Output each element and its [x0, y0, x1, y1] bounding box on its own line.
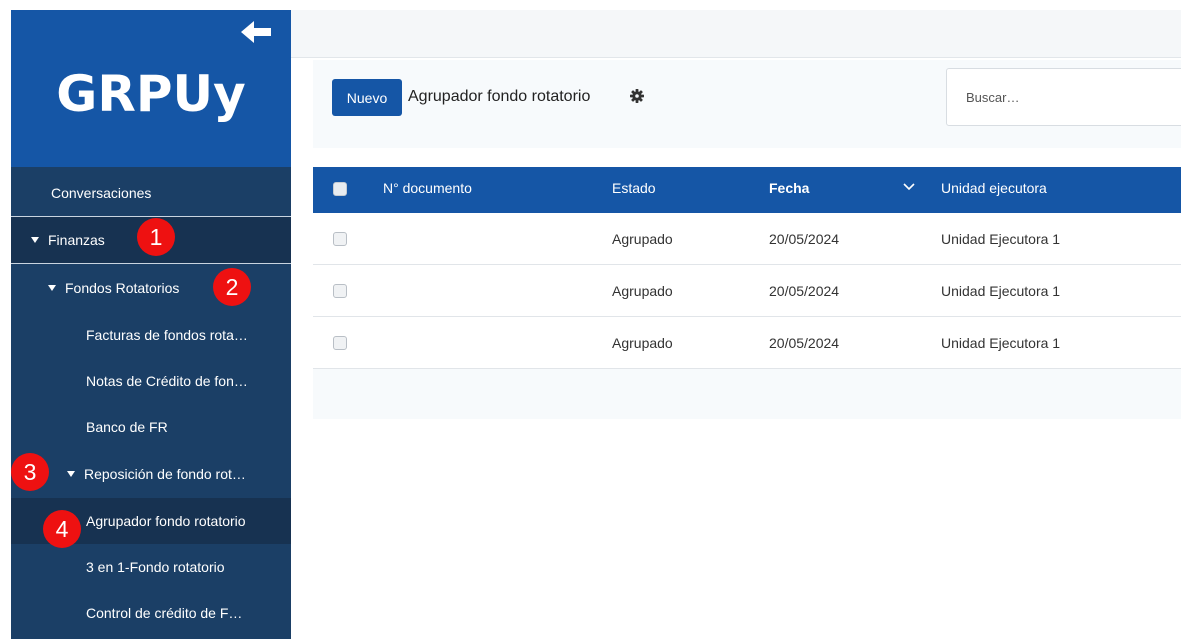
sidebar-item-3en1[interactable]: 3 en 1-Fondo rotatorio [11, 544, 291, 590]
caret-down-icon [48, 285, 56, 291]
cell-unidad: Unidad Ejecutora 1 [941, 335, 1061, 351]
toolbar: Nuevo Agrupador fondo rotatorio [313, 60, 1181, 148]
cell-fecha: 20/05/2024 [769, 335, 840, 351]
sidebar-item-label: Banco de FR [86, 419, 168, 435]
top-bar [291, 10, 1181, 58]
table-footer [313, 369, 1181, 419]
search-input[interactable] [946, 68, 1181, 126]
sidebar-item-label: Agrupador fondo rotatorio [86, 513, 246, 529]
annotation-badge-3: 3 [11, 453, 49, 491]
table-header: N° documento Estado Fecha Unidad ejecuto… [313, 167, 1181, 213]
column-header-estado[interactable]: Estado [612, 180, 656, 196]
new-button[interactable]: Nuevo [332, 79, 402, 116]
sidebar-item-facturas[interactable]: Facturas de fondos rota… [11, 312, 291, 358]
sidebar-item-label: Fondos Rotatorios [65, 280, 180, 296]
cell-fecha: 20/05/2024 [769, 283, 840, 299]
sidebar-item-label: Reposición de fondo rot… [84, 466, 246, 482]
column-header-fecha[interactable]: Fecha [769, 180, 809, 196]
sidebar-item-conversaciones[interactable]: Conversaciones [11, 170, 291, 216]
documents-table: N° documento Estado Fecha Unidad ejecuto… [313, 167, 1181, 419]
sidebar-item-control-credito[interactable]: Control de crédito de F… [11, 590, 291, 636]
sidebar-divider [11, 263, 291, 264]
sidebar-item-reposicion[interactable]: Reposición de fondo rot… [11, 451, 291, 497]
annotation-badge-2: 2 [213, 268, 251, 306]
column-header-unidad[interactable]: Unidad ejecutora [941, 180, 1047, 196]
annotation-badge-1: 1 [137, 218, 175, 256]
table-row[interactable]: Agrupado 20/05/2024 Unidad Ejecutora 1 [313, 213, 1181, 265]
row-checkbox[interactable] [333, 284, 347, 298]
sidebar-item-label: Notas de Crédito de fon… [86, 373, 248, 389]
arrow-left-icon[interactable] [241, 20, 271, 44]
table-row[interactable]: Agrupado 20/05/2024 Unidad Ejecutora 1 [313, 265, 1181, 317]
cell-estado: Agrupado [612, 283, 673, 299]
caret-down-icon [67, 471, 75, 477]
sidebar-item-label: Finanzas [48, 232, 105, 248]
sidebar-item-label: Facturas de fondos rota… [86, 327, 248, 343]
caret-down-icon [31, 237, 39, 243]
chevron-down-icon[interactable] [903, 182, 915, 192]
cell-unidad: Unidad Ejecutora 1 [941, 283, 1061, 299]
sidebar-header: GRPUy [11, 10, 291, 167]
annotation-badge-4: 4 [43, 510, 81, 548]
row-checkbox[interactable] [333, 336, 347, 350]
app-logo: GRPUy [56, 65, 246, 123]
table-row[interactable]: Agrupado 20/05/2024 Unidad Ejecutora 1 [313, 317, 1181, 369]
column-header-documento[interactable]: N° documento [383, 180, 472, 196]
cell-fecha: 20/05/2024 [769, 231, 840, 247]
row-checkbox[interactable] [333, 232, 347, 246]
sidebar-item-label: Control de crédito de F… [86, 605, 243, 621]
cell-estado: Agrupado [612, 231, 673, 247]
sidebar-item-banco-fr[interactable]: Banco de FR [11, 404, 291, 450]
page-title: Agrupador fondo rotatorio [408, 88, 591, 105]
sidebar-item-label: Conversaciones [51, 185, 152, 201]
sidebar-item-notas-credito[interactable]: Notas de Crédito de fon… [11, 358, 291, 404]
cell-unidad: Unidad Ejecutora 1 [941, 231, 1061, 247]
gear-icon[interactable] [630, 89, 644, 103]
select-all-checkbox[interactable] [333, 182, 347, 196]
cell-estado: Agrupado [612, 335, 673, 351]
sidebar-item-label: 3 en 1-Fondo rotatorio [86, 559, 225, 575]
